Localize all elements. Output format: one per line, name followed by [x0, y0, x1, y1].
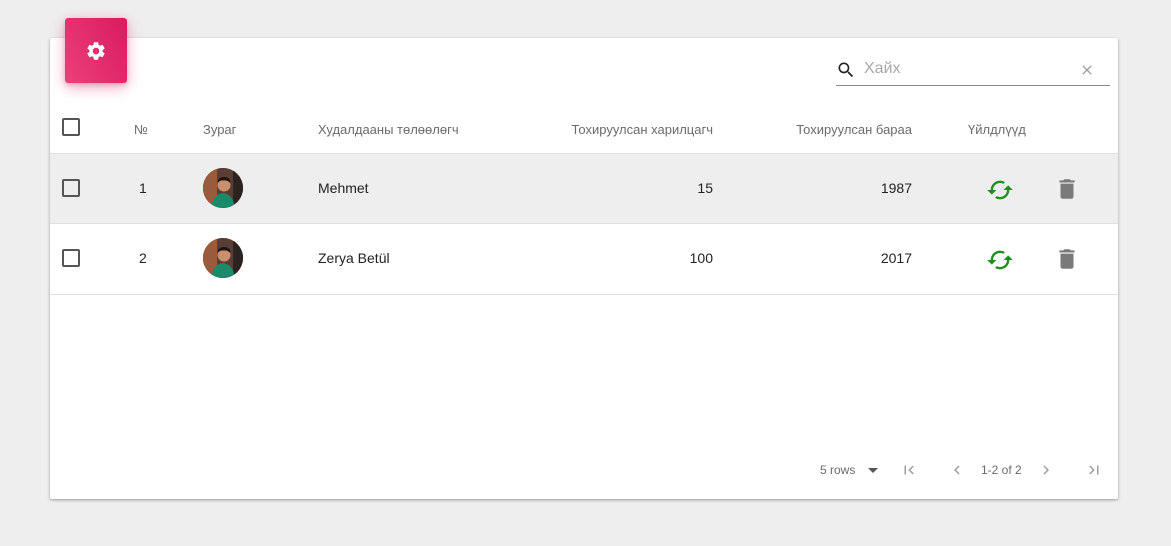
select-all-checkbox[interactable]	[62, 118, 80, 136]
row-number: 1	[139, 180, 147, 196]
assigned-customers-count: 15	[697, 180, 713, 196]
search-box	[836, 54, 1110, 86]
column-header-image: Зураг	[203, 122, 237, 137]
row-checkbox[interactable]	[62, 249, 80, 267]
sync-icon[interactable]	[986, 246, 1014, 274]
column-header-seller: Худалдааны төлөөлөгч	[318, 122, 459, 137]
row-checkbox[interactable]	[62, 179, 80, 197]
avatar	[203, 168, 243, 208]
assigned-customers-count: 100	[689, 250, 713, 266]
column-header-actions: Үйлдлүүд	[968, 122, 1026, 137]
table-row[interactable]: 2 Zerya Betül 100 2017	[50, 224, 1118, 295]
first-page-icon[interactable]	[900, 461, 918, 479]
column-header-number: №	[134, 122, 148, 137]
seller-name: Mehmet	[318, 180, 369, 196]
pagination-bar: 5 rows 1-2 of 2	[50, 452, 1118, 488]
assigned-products-count: 2017	[880, 250, 912, 266]
gear-icon	[87, 41, 105, 60]
table-row[interactable]: 1 Mehmet 15 1987	[50, 153, 1118, 224]
column-header-assigned-customers: Тохируулсан харилцагч	[571, 122, 713, 137]
trash-icon[interactable]	[1054, 245, 1080, 273]
last-page-icon[interactable]	[1085, 461, 1103, 479]
seller-name: Zerya Betül	[318, 250, 390, 266]
table-header: № Зураг Худалдааны төлөөлөгч Тохируулсан…	[50, 108, 1118, 153]
dropdown-caret-icon[interactable]	[868, 468, 878, 473]
rows-per-page-select[interactable]: 5 rows	[820, 463, 855, 477]
trash-icon[interactable]	[1054, 175, 1080, 203]
column-header-assigned-products: Тохируулсан бараа	[796, 122, 912, 137]
search-input[interactable]	[864, 58, 1074, 80]
next-page-icon[interactable]	[1037, 461, 1055, 479]
avatar	[203, 238, 243, 278]
table-card: № Зураг Худалдааны төлөөлөгч Тохируулсан…	[50, 38, 1118, 499]
sync-icon[interactable]	[986, 176, 1014, 204]
search-icon	[838, 62, 854, 78]
row-number: 2	[139, 250, 147, 266]
pagination-range: 1-2 of 2	[981, 463, 1022, 477]
settings-button[interactable]	[65, 18, 127, 83]
close-icon[interactable]	[1079, 62, 1095, 78]
prev-page-icon[interactable]	[948, 461, 966, 479]
assigned-products-count: 1987	[880, 180, 912, 196]
